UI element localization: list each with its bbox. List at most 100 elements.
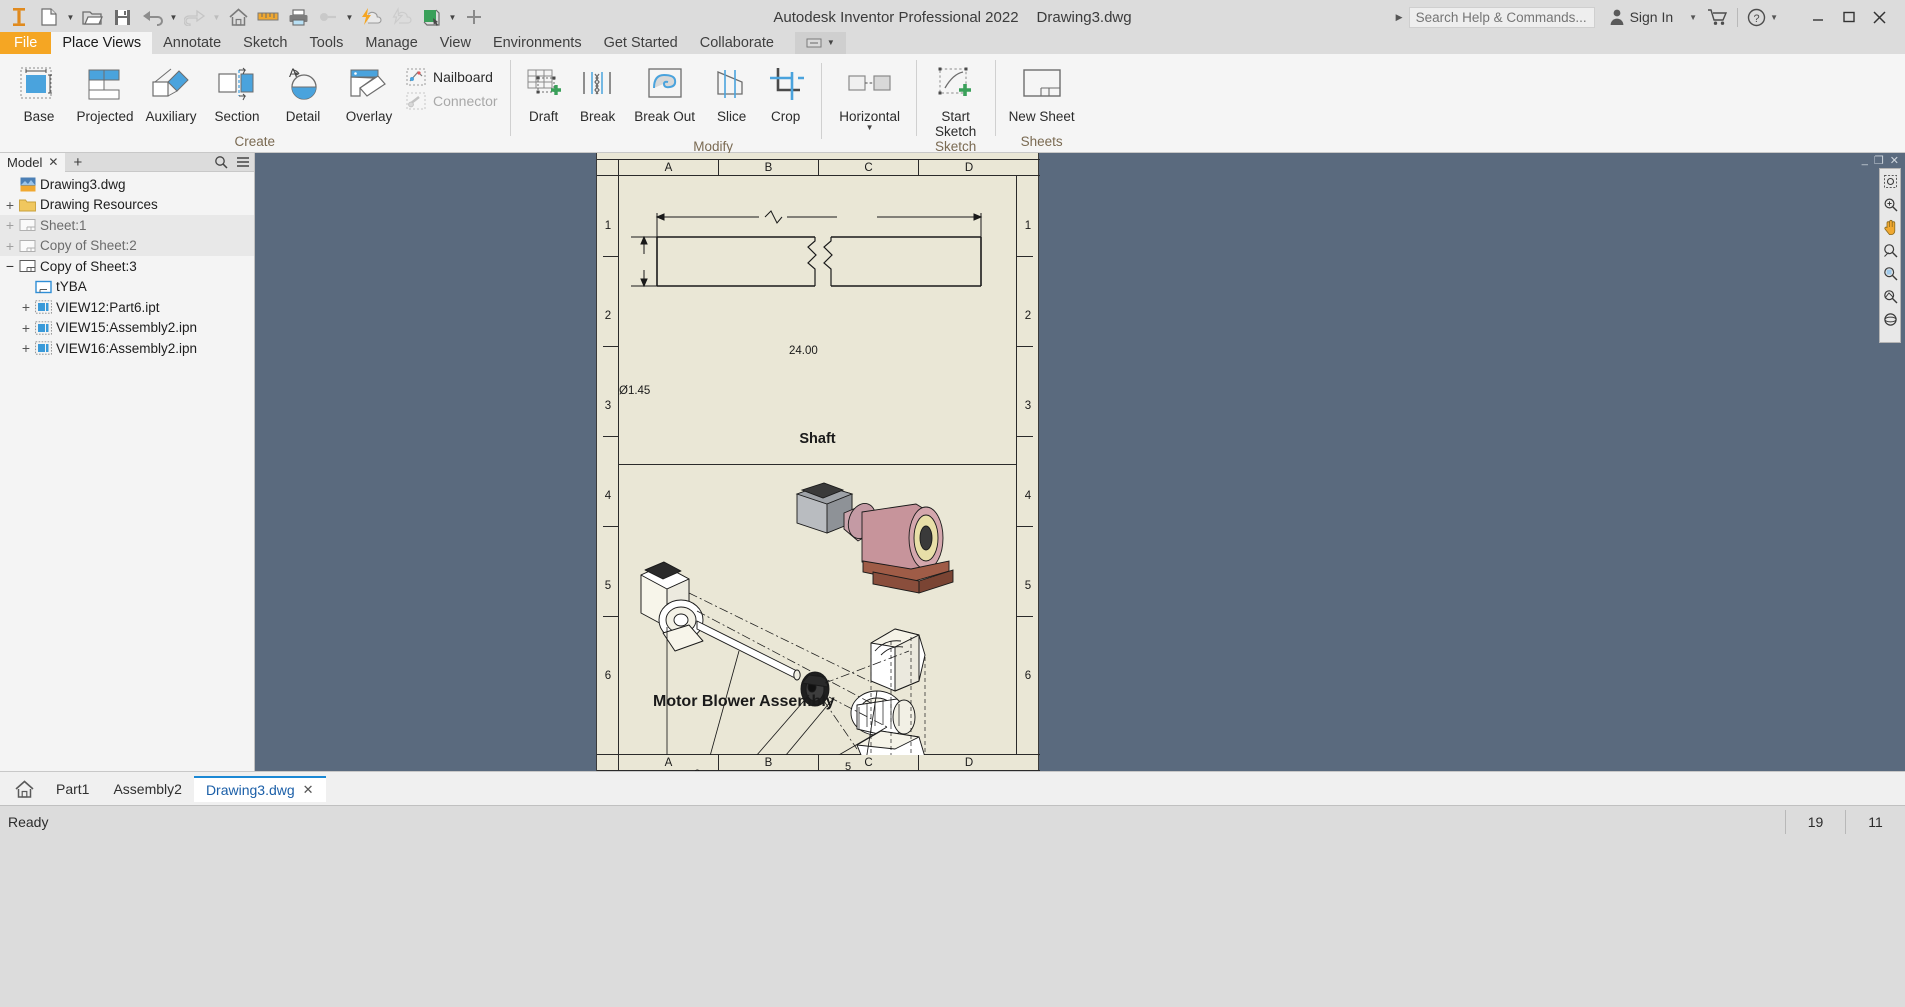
break-out-button[interactable]: Break Out xyxy=(625,57,705,124)
tree-item-view12[interactable]: + VIEW12:Part6.ipt xyxy=(0,297,254,318)
maximize-button[interactable] xyxy=(1833,4,1864,30)
undo-icon[interactable] xyxy=(137,3,167,31)
canvas-minimize-button[interactable]: _ xyxy=(1862,154,1868,167)
ribbon-tab-annotate[interactable]: Annotate xyxy=(152,32,232,54)
ribbon-tab-environments[interactable]: Environments xyxy=(482,32,593,54)
section-view-button[interactable]: Section xyxy=(204,57,270,124)
new-view-icon[interactable] xyxy=(416,3,446,31)
ribbon-tab-place-views[interactable]: Place Views xyxy=(51,32,152,54)
ribbon-tab-collaborate[interactable]: Collaborate xyxy=(689,32,785,54)
close-icon[interactable]: ✕ xyxy=(303,782,314,798)
tree-item-drawing3[interactable]: Drawing3.dwg xyxy=(0,174,254,195)
ribbon-tab-sketch[interactable]: Sketch xyxy=(232,32,298,54)
quick-action-icon[interactable] xyxy=(356,3,386,31)
ribbon-tab-tools[interactable]: Tools xyxy=(299,32,355,54)
tree-item-view15[interactable]: + VIEW15:Assembly2.ipn xyxy=(0,318,254,339)
tree-item-tyba[interactable]: tYBA xyxy=(0,277,254,298)
close-icon[interactable]: ✕ xyxy=(48,155,58,169)
canvas-restore-button[interactable]: ❐ xyxy=(1874,154,1884,167)
crop-button[interactable]: Crop xyxy=(759,57,813,124)
ribbon-tab-manage[interactable]: Manage xyxy=(354,32,428,54)
help-button[interactable]: ? ▼ xyxy=(1747,8,1778,27)
tree-item-sheet-1[interactable]: + Sheet:1 xyxy=(0,215,254,236)
tree-expander[interactable]: + xyxy=(18,322,34,334)
ribbon-tab-view[interactable]: View xyxy=(429,32,482,54)
new-view-dropdown-caret[interactable]: ▼ xyxy=(446,3,459,31)
base-view-button[interactable]: Base xyxy=(6,57,72,124)
search-expand-icon[interactable]: ▶ xyxy=(1396,12,1403,23)
break-button[interactable]: Break xyxy=(571,57,625,124)
open-file-icon[interactable] xyxy=(77,3,107,31)
document-tab-drawing3[interactable]: Drawing3.dwg ✕ xyxy=(194,776,326,802)
shaft-view[interactable] xyxy=(619,176,1016,754)
sign-in-button[interactable]: Sign In xyxy=(1609,8,1674,26)
slice-button[interactable]: Slice xyxy=(705,57,759,124)
home-icon[interactable] xyxy=(223,3,253,31)
tree-expander[interactable]: + xyxy=(2,199,18,211)
zoom-window-icon[interactable] xyxy=(1881,172,1899,190)
zone-row-5: 5 xyxy=(597,580,619,592)
zoom-all-icon[interactable] xyxy=(1881,195,1899,213)
add-icon[interactable] xyxy=(459,3,489,31)
tree-expander[interactable]: + xyxy=(2,240,18,252)
search-icon[interactable] xyxy=(214,155,228,169)
ribbon-tab-file[interactable]: File xyxy=(0,32,51,54)
zoom-icon[interactable] xyxy=(1881,241,1899,259)
horizontal-button[interactable]: Horizontal ▼ xyxy=(830,57,910,131)
update-icon[interactable] xyxy=(313,3,343,31)
sign-in-dropdown-caret[interactable]: ▼ xyxy=(1689,13,1697,22)
ribbon-tab-get-started[interactable]: Get Started xyxy=(593,32,689,54)
home-icon[interactable] xyxy=(4,779,44,799)
cart-icon[interactable] xyxy=(1707,8,1728,26)
look-at-icon[interactable] xyxy=(1881,287,1899,305)
select-icon[interactable] xyxy=(386,3,416,31)
motor-blower-assembly-view[interactable]: 1 6 2 3 4 5 xyxy=(619,465,1018,755)
ribbon-overflow-button[interactable]: ▼ xyxy=(795,32,846,54)
tree-expander[interactable]: − xyxy=(2,260,18,272)
detail-view-button[interactable]: A Detail xyxy=(270,57,336,124)
ribbon-overflow-caret[interactable]: ▼ xyxy=(827,34,835,52)
start-sketch-button[interactable]: Start Sketch xyxy=(923,57,989,139)
nailboard-button[interactable]: Nailboard xyxy=(402,65,504,89)
browser-tab-model[interactable]: Model ✕ xyxy=(0,153,65,172)
orbit-icon[interactable] xyxy=(1881,310,1899,328)
document-tab-part1[interactable]: Part1 xyxy=(44,776,101,802)
tree-expander[interactable]: + xyxy=(18,301,34,313)
tree-expander[interactable]: + xyxy=(18,342,34,354)
print-icon[interactable] xyxy=(283,3,313,31)
overlay-view-button[interactable]: Overlay xyxy=(336,57,402,124)
inventor-logo-icon[interactable] xyxy=(4,3,34,31)
draft-button[interactable]: Draft xyxy=(517,57,571,124)
projected-view-button[interactable]: Projected xyxy=(72,57,138,124)
auxiliary-view-button[interactable]: Auxiliary xyxy=(138,57,204,124)
tree-expander[interactable]: + xyxy=(2,219,18,231)
close-button[interactable] xyxy=(1864,4,1895,30)
zoom-selected-icon[interactable] xyxy=(1881,264,1899,282)
canvas-close-button[interactable]: ✕ xyxy=(1890,154,1899,167)
tree-item-drawing-resources[interactable]: + Drawing Resources xyxy=(0,195,254,216)
minimize-button[interactable] xyxy=(1802,4,1833,30)
dimension-icon[interactable] xyxy=(253,3,283,31)
redo-dropdown-caret[interactable]: ▼ xyxy=(210,3,223,31)
help-dropdown-caret[interactable]: ▼ xyxy=(1770,13,1778,22)
horizontal-icon xyxy=(844,62,896,106)
projected-view-label: Projected xyxy=(76,109,133,124)
tree-item-copy-of-sheet-3[interactable]: − Copy of Sheet:3 xyxy=(0,256,254,277)
new-file-dropdown-caret[interactable]: ▼ xyxy=(64,3,77,31)
horizontal-dropdown-caret[interactable]: ▼ xyxy=(866,125,874,131)
undo-dropdown-caret[interactable]: ▼ xyxy=(167,3,180,31)
new-file-icon[interactable] xyxy=(34,3,64,31)
tree-item-view16[interactable]: + VIEW16:Assembly2.ipn xyxy=(0,338,254,359)
search-input[interactable] xyxy=(1409,7,1595,28)
pan-icon[interactable] xyxy=(1881,218,1899,236)
tree-item-copy-of-sheet-2[interactable]: + Copy of Sheet:2 xyxy=(0,236,254,257)
update-dropdown-caret[interactable]: ▼ xyxy=(343,3,356,31)
drawing-canvas[interactable]: _ ❐ ✕ A B C D A B C D 1 xyxy=(255,153,1905,771)
hamburger-menu-icon[interactable] xyxy=(236,156,250,168)
add-browser-tab-button[interactable]: + xyxy=(65,154,90,171)
redo-icon[interactable] xyxy=(180,3,210,31)
drawing-sheet[interactable]: A B C D A B C D 1 2 3 4 xyxy=(596,153,1039,771)
new-sheet-button[interactable]: New Sheet xyxy=(1002,57,1082,124)
save-icon[interactable] xyxy=(107,3,137,31)
document-tab-assembly2[interactable]: Assembly2 xyxy=(101,776,193,802)
